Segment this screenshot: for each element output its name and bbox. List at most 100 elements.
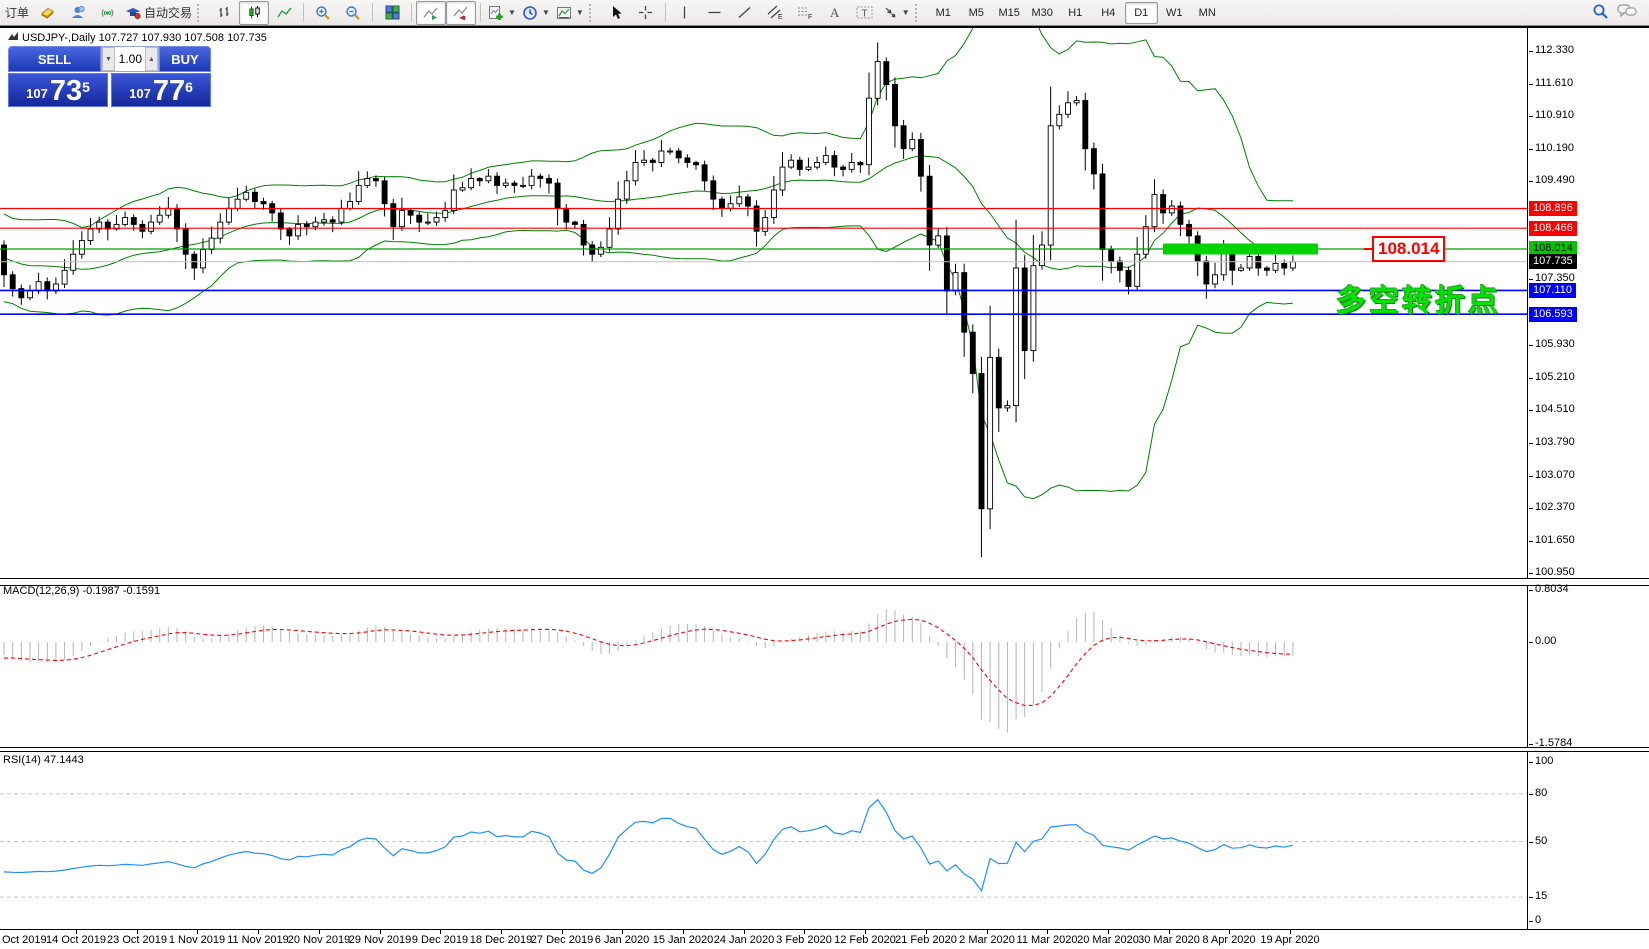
channel-button[interactable]: E bbox=[760, 1, 790, 25]
price-axis[interactable]: 112.330111.610110.910110.190109.490108.7… bbox=[1529, 28, 1649, 929]
sell-button[interactable]: SELL bbox=[8, 46, 101, 72]
macd-indicator-pane[interactable] bbox=[0, 586, 1528, 747]
timeframe-h1-button[interactable]: H1 bbox=[1059, 2, 1092, 24]
axis-tick-mark bbox=[1529, 921, 1533, 922]
candlestick-chart-canvas[interactable] bbox=[0, 28, 1527, 578]
crosshair-button[interactable] bbox=[631, 1, 661, 25]
new-chart-icon bbox=[488, 5, 504, 21]
candlestick-chart-button[interactable] bbox=[239, 1, 269, 25]
chart-shift-button[interactable] bbox=[446, 1, 476, 25]
tile-windows-button[interactable] bbox=[377, 1, 407, 25]
zoom-out-button[interactable] bbox=[338, 1, 368, 25]
main-toolbar: 订单 自动交易 ▼ bbox=[0, 0, 1649, 26]
date-tick-label: 1 Nov 2019 bbox=[169, 934, 225, 946]
new-chart-button[interactable]: ▼ bbox=[485, 1, 519, 25]
toolbar-separator bbox=[303, 3, 304, 22]
axis-tick-mark bbox=[1529, 116, 1533, 117]
search-icon[interactable] bbox=[1592, 3, 1609, 23]
axis-tick-mark bbox=[1529, 794, 1533, 795]
sell-price-big: 73 bbox=[50, 78, 82, 104]
date-tick-label: 14 Oct 2019 bbox=[46, 934, 106, 946]
sell-price-display[interactable]: 107 73 5 bbox=[8, 73, 108, 107]
timeframe-m30-button[interactable]: M30 bbox=[1026, 2, 1059, 24]
price-badge: 107.735 bbox=[1529, 254, 1577, 269]
timeframe-m1-button[interactable]: M1 bbox=[927, 2, 960, 24]
price-badge: 107.110 bbox=[1529, 283, 1576, 298]
auto-trading-button[interactable]: 自动交易 bbox=[122, 1, 195, 25]
date-tick-label: 20 Mar 2020 bbox=[1077, 934, 1139, 946]
signals-button[interactable] bbox=[92, 1, 122, 25]
date-tick-label: 11 Nov 2019 bbox=[227, 934, 289, 946]
buy-button[interactable]: BUY bbox=[159, 46, 211, 72]
fibonacci-icon: F bbox=[797, 5, 813, 20]
fibonacci-button[interactable]: F bbox=[790, 1, 820, 25]
buy-price-pip: 6 bbox=[185, 79, 193, 95]
toolbar-separator bbox=[480, 3, 481, 22]
arrows-button[interactable]: ▼ bbox=[880, 1, 913, 25]
axis-tick-mark bbox=[1529, 84, 1533, 85]
chart-icon bbox=[8, 32, 18, 44]
rsi-indicator-pane[interactable] bbox=[0, 752, 1528, 929]
volume-input[interactable]: 1.00 bbox=[115, 52, 145, 66]
axis-tick-label: 0.8034 bbox=[1535, 583, 1569, 595]
date-tick-label: 20 Nov 2019 bbox=[288, 934, 350, 946]
text-button[interactable]: A bbox=[820, 1, 850, 25]
date-axis[interactable]: Oct 201914 Oct 201923 Oct 20191 Nov 2019… bbox=[0, 930, 1649, 949]
new-order-button[interactable]: 订单 bbox=[2, 1, 32, 25]
timeframe-m5-button[interactable]: M5 bbox=[960, 2, 993, 24]
horizontal-line-button[interactable] bbox=[700, 1, 730, 25]
timeframe-mn-button[interactable]: MN bbox=[1191, 2, 1224, 24]
line-chart-button[interactable] bbox=[269, 1, 299, 25]
text-label-button[interactable]: T bbox=[850, 1, 880, 25]
pane-separator[interactable] bbox=[0, 578, 1649, 586]
svg-text:T: T bbox=[862, 9, 868, 20]
horizontal-line-icon bbox=[707, 6, 722, 19]
auto-scroll-button[interactable] bbox=[416, 1, 446, 25]
vertical-line-button[interactable] bbox=[670, 1, 700, 25]
timeframe-w1-button[interactable]: W1 bbox=[1158, 2, 1191, 24]
timeframe-d1-button[interactable]: D1 bbox=[1125, 2, 1158, 24]
rsi-label: RSI(14) 47.1443 bbox=[3, 754, 84, 766]
market-depth-button[interactable] bbox=[32, 1, 62, 25]
expert-advisor-icon bbox=[125, 5, 141, 20]
bar-chart-button[interactable] bbox=[209, 1, 239, 25]
buy-price-display[interactable]: 107 77 6 bbox=[111, 73, 211, 107]
template-icon bbox=[556, 5, 572, 21]
turning-point-annotation[interactable]: 多空转折点 bbox=[1336, 276, 1501, 320]
rsi-chart-canvas[interactable] bbox=[0, 752, 1527, 929]
candlestick-chart-icon bbox=[247, 5, 262, 20]
periods-button[interactable]: ▼ bbox=[519, 1, 553, 25]
timeframe-h4-button[interactable]: H4 bbox=[1092, 2, 1125, 24]
chat-icon[interactable] bbox=[1617, 3, 1637, 22]
community-button[interactable] bbox=[62, 1, 92, 25]
volume-increase-button[interactable]: ▲ bbox=[145, 47, 158, 71]
axis-tick-label: 80 bbox=[1535, 787, 1547, 799]
axis-tick-mark bbox=[1529, 476, 1533, 477]
cursor-button[interactable] bbox=[601, 1, 631, 25]
timeframe-m15-button[interactable]: M15 bbox=[993, 2, 1026, 24]
macd-chart-canvas[interactable] bbox=[0, 586, 1527, 747]
axis-tick-label: 112.330 bbox=[1535, 44, 1574, 56]
axis-tick-mark bbox=[1529, 345, 1533, 346]
axis-tick-mark bbox=[1529, 181, 1533, 182]
dropdown-arrow-icon: ▼ bbox=[508, 8, 516, 17]
trendline-button[interactable] bbox=[730, 1, 760, 25]
vertical-line-icon bbox=[678, 5, 691, 20]
zoom-in-button[interactable] bbox=[308, 1, 338, 25]
main-chart-pane[interactable] bbox=[0, 28, 1528, 578]
price-level-label[interactable]: 108.014 bbox=[1372, 236, 1445, 262]
axis-tick-mark bbox=[1529, 762, 1533, 763]
zoom-out-icon bbox=[345, 5, 361, 21]
price-badge: 106.593 bbox=[1529, 307, 1577, 322]
svg-text:F: F bbox=[808, 14, 812, 20]
sell-price-base: 107 bbox=[26, 86, 48, 101]
date-tick-label: 11 Mar 2020 bbox=[1017, 934, 1078, 946]
axis-tick-mark bbox=[1529, 573, 1533, 574]
axis-tick-label: 50 bbox=[1535, 835, 1547, 847]
zoom-in-icon bbox=[315, 5, 331, 21]
toolbar-grip bbox=[915, 4, 923, 22]
axis-tick-mark bbox=[1529, 378, 1533, 379]
buy-price-big: 77 bbox=[153, 78, 185, 104]
template-button[interactable]: ▼ bbox=[553, 1, 587, 25]
volume-decrease-button[interactable]: ▼ bbox=[102, 47, 115, 71]
